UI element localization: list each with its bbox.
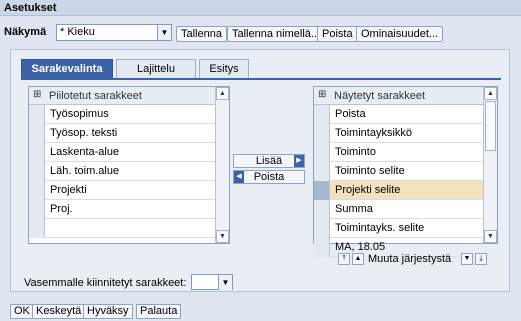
scroll-thumb[interactable] [485, 101, 496, 151]
pinned-columns-label: Vasemmalle kiinnitetyt sarakkeet: [24, 277, 187, 289]
tab-column-selection[interactable]: Sarakevalinta [21, 59, 113, 79]
list-item[interactable]: Projekti [29, 181, 215, 200]
delete-view-button[interactable]: Poista [317, 26, 358, 42]
save-as-button[interactable]: Tallenna nimellä... [227, 26, 326, 42]
list-item[interactable]: Proj. [29, 200, 215, 219]
tab-display[interactable]: Esitys [199, 59, 249, 79]
move-bottom-icon[interactable]: ⤓ [475, 253, 487, 265]
hidden-columns-header: ⊞ Piilotetut sarakkeet [29, 87, 215, 105]
move-down-icon[interactable]: ▼ [461, 253, 473, 265]
scroll-down-icon[interactable]: ▼ [484, 230, 497, 243]
list-item[interactable]: Poista [314, 105, 483, 124]
arrow-left-icon: ◀ [234, 171, 244, 183]
list-item[interactable]: Työsopimus [29, 105, 215, 124]
remove-column-button[interactable]: ◀ Poista [233, 170, 305, 184]
view-label: Näkymä [4, 26, 47, 38]
scroll-up-icon[interactable]: ▲ [484, 87, 497, 100]
list-item-empty [29, 219, 215, 238]
hidden-columns-list: ⊞ Piilotetut sarakkeet Työsopimus Työsop… [28, 86, 230, 244]
save-button[interactable]: Tallenna [176, 26, 227, 42]
order-label: Muuta järjestystä [368, 253, 452, 265]
list-item-selected[interactable]: Projekti selite [314, 181, 483, 200]
move-top-icon[interactable]: ⤒ [338, 253, 350, 265]
tab-underline [21, 78, 501, 80]
list-item[interactable]: Laskenta-alue [29, 143, 215, 162]
hidden-columns-scrollbar[interactable]: ▲ ▼ [215, 87, 229, 243]
shown-columns-scrollbar[interactable]: ▲ ▼ [483, 87, 497, 243]
list-item[interactable]: Toiminto selite [314, 162, 483, 181]
move-up-icon[interactable]: ▲ [352, 253, 364, 265]
cancel-button[interactable]: Keskeytä [32, 304, 86, 319]
pinned-columns-select[interactable]: ▼ [191, 274, 233, 290]
window-title: Asetukset [0, 0, 521, 16]
list-item[interactable]: Toiminto [314, 143, 483, 162]
view-row: Näkymä * Kieku ▼ Tallenna Tallenna nimel… [0, 22, 521, 42]
list-item[interactable]: Toimintayks. selite [314, 219, 483, 238]
accept-button[interactable]: Hyväksy [83, 304, 133, 319]
properties-button[interactable]: Ominaisuudet... [356, 26, 444, 42]
shown-columns-rows: Poista Toimintayksikkö Toiminto Toiminto… [314, 105, 483, 257]
chevron-down-icon[interactable]: ▼ [157, 25, 171, 40]
add-column-button[interactable]: Lisää ▶ [233, 154, 305, 168]
scroll-down-icon[interactable]: ▼ [216, 230, 229, 243]
shown-columns-list: ⊞ Näytetyt sarakkeet Poista Toimintayksi… [313, 86, 498, 257]
list-item[interactable]: Summa [314, 200, 483, 219]
list-item[interactable]: Läh. toim.alue [29, 162, 215, 181]
chevron-down-icon[interactable]: ▼ [218, 275, 232, 290]
arrow-right-icon: ▶ [294, 155, 304, 167]
hidden-columns-rows: Työsopimus Työsop. teksti Laskenta-alue … [29, 105, 215, 238]
settings-panel: Sarakevalinta Lajittelu Esitys ⊞ Piilote… [10, 49, 510, 292]
tab-sorting[interactable]: Lajittelu [116, 59, 196, 79]
shown-columns-header: ⊞ Näytetyt sarakkeet [314, 87, 483, 105]
table-icon: ⊞ [33, 89, 42, 100]
reset-button[interactable]: Palauta [136, 304, 182, 319]
scroll-up-icon[interactable]: ▲ [216, 87, 229, 100]
order-controls: ⤒ ▲ Muuta järjestystä ▼ ⤓ [338, 253, 498, 267]
table-icon: ⊞ [318, 89, 327, 100]
view-select-value: * Kieku [60, 26, 95, 38]
view-select[interactable]: * Kieku ▼ [56, 24, 172, 41]
ok-button[interactable]: OK [10, 304, 34, 319]
list-item[interactable]: Työsop. teksti [29, 124, 215, 143]
list-item[interactable]: Toimintayksikkö [314, 124, 483, 143]
